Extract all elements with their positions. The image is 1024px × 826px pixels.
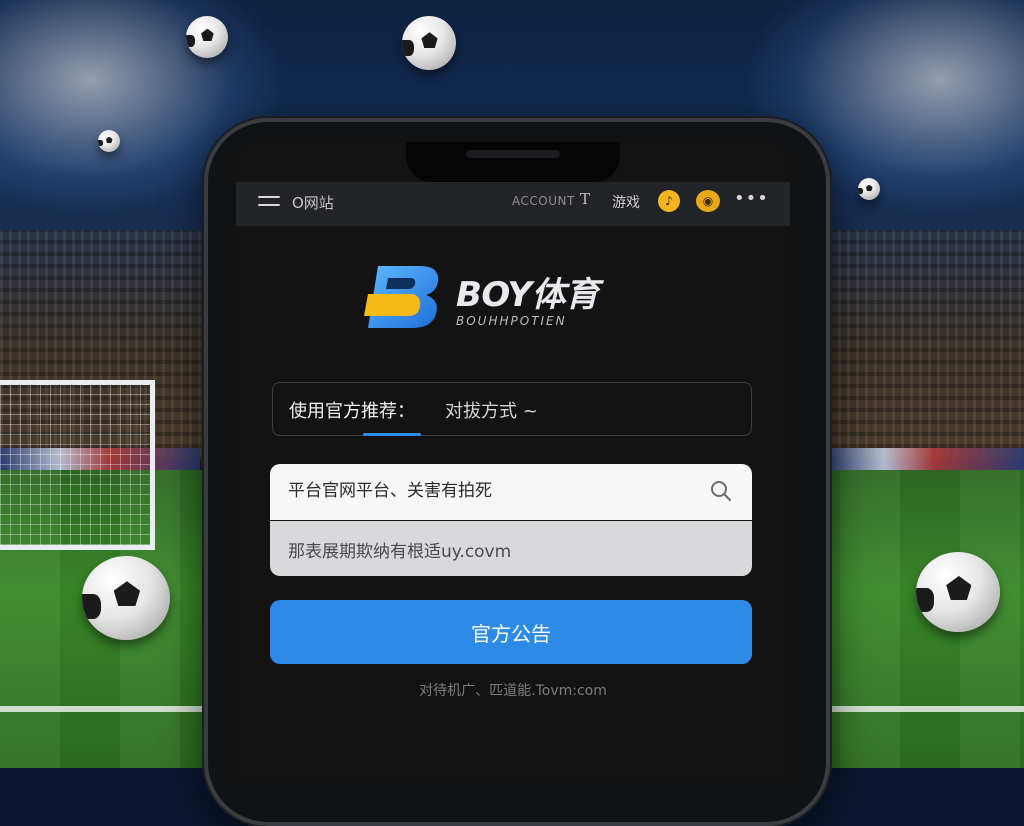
crowd-right: [820, 230, 1024, 460]
soccer-ball-icon: [98, 130, 120, 152]
brand-logo-icon: [364, 266, 439, 328]
coin-icon[interactable]: ♪: [658, 190, 680, 212]
search-icon[interactable]: [710, 480, 732, 502]
recommend-selector[interactable]: 使用官方推荐： 对拔方式 ~: [272, 382, 752, 436]
soccer-ball-icon: [82, 556, 170, 640]
recommend-value[interactable]: 对拔方式 ~: [445, 397, 538, 423]
brand-subtitle: BOUHHPOTIEN: [456, 314, 567, 328]
menu-icon[interactable]: [258, 196, 280, 208]
phone-screen: O网站 ACCOUNT T 游戏 ♪ ◉ ••• BOY体育 BOUHHPOTI…: [236, 142, 790, 782]
status-bar: O网站 ACCOUNT T 游戏 ♪ ◉ •••: [236, 182, 790, 226]
search-panel: 那表展期欺纳有根适uy.covm: [270, 464, 752, 576]
recommend-label: 使用官方推荐：: [289, 401, 415, 422]
game-label[interactable]: 游戏: [612, 192, 640, 212]
status-title: O网站: [292, 194, 334, 212]
soccer-ball-icon: [186, 16, 228, 58]
account-label[interactable]: ACCOUNT: [512, 194, 575, 208]
domain-hint: 那表展期欺纳有根适uy.covm: [288, 542, 512, 562]
search-row: [270, 464, 752, 520]
phone-notch: [406, 142, 620, 182]
t-label[interactable]: T: [580, 190, 590, 208]
more-options-icon[interactable]: •••: [734, 188, 769, 209]
soccer-ball-icon: [858, 178, 880, 200]
ticket-icon[interactable]: ◉: [696, 190, 720, 212]
soccer-ball-icon: [402, 16, 456, 70]
search-input[interactable]: [288, 476, 688, 506]
goal-net: [0, 380, 155, 550]
footer-url: 对待机广、匹道能.Tovm:com: [419, 683, 607, 699]
brand-name: BOY体育: [456, 275, 599, 315]
domain-hint-row[interactable]: 那表展期欺纳有根适uy.covm: [270, 521, 752, 576]
soccer-ball-icon: [916, 552, 1000, 632]
speaker-grille: [466, 150, 560, 158]
official-notice-button[interactable]: 官方公告: [270, 600, 752, 664]
active-indicator: [363, 433, 421, 436]
